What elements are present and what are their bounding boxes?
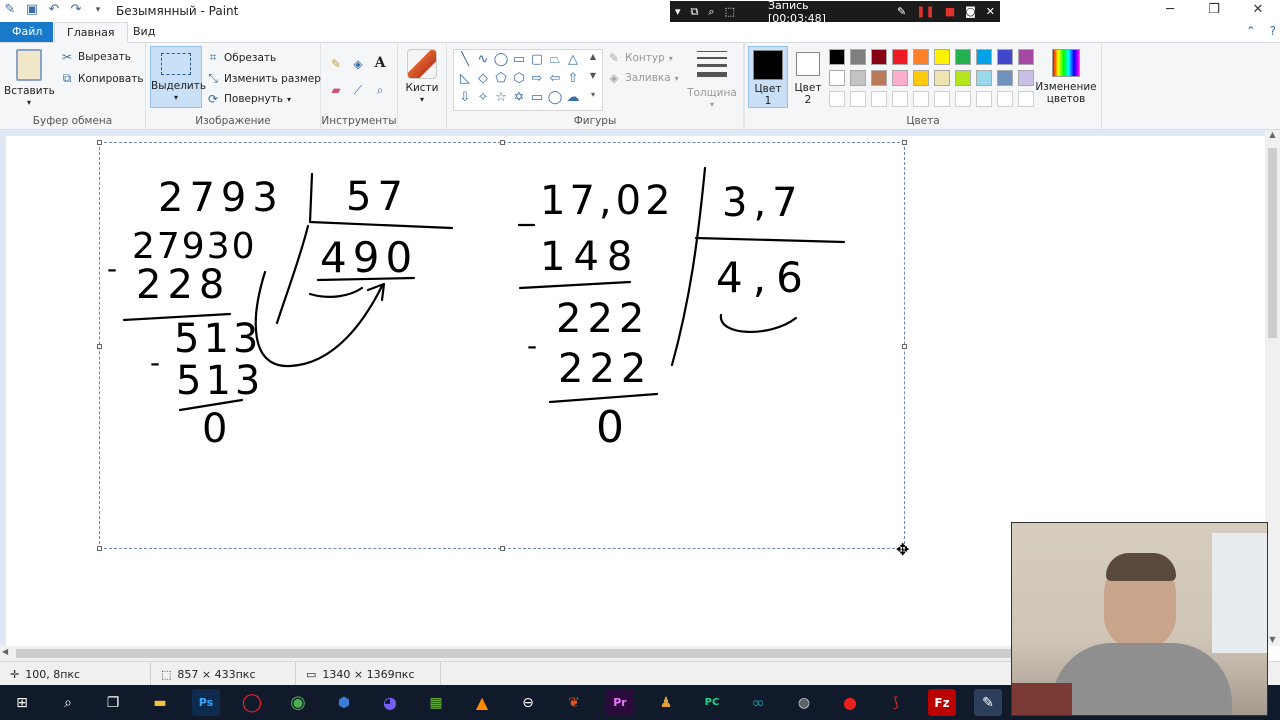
resize-handle-nw[interactable] [97,140,102,145]
app-icon-2[interactable]: ❦ [560,689,588,716]
resize-handle-s[interactable] [500,546,505,551]
canvas-size: ▭ 1340 × 1369пкс [296,662,441,686]
move-cursor-icon: ✥ [896,540,910,559]
filezilla-icon[interactable]: Fz [928,689,956,716]
resize-handle-w[interactable] [97,344,102,349]
windows-start-icon[interactable]: ⊞ [8,689,36,716]
chrome-icon[interactable]: ◉ [284,689,312,716]
webcam-overlay [1011,522,1268,716]
acrobat-icon[interactable]: ⟆ [882,689,910,716]
task-view-icon[interactable]: ❐ [99,689,127,716]
viber-icon[interactable]: ◕ [376,689,404,716]
selection-size-icon: ⬚ [161,667,172,681]
opera-icon[interactable]: ◯ [238,689,266,716]
search-icon[interactable]: ⌕ [54,689,82,716]
arduino-icon[interactable]: ∞ [744,689,772,716]
premiere-icon[interactable]: Pr [606,689,634,716]
resize-handle-n[interactable] [500,140,505,145]
cursor-position-icon: ✛ [10,667,20,681]
app-icon-3[interactable]: ♟ [652,689,680,716]
python-icon[interactable]: ⬢ [330,689,358,716]
resize-handle-sw[interactable] [97,546,102,551]
recorder-app-icon[interactable]: ● [836,689,864,716]
selection-rectangle[interactable] [97,140,907,551]
resize-handle-ne[interactable] [902,140,907,145]
horizontal-scroll-thumb[interactable] [16,649,1016,658]
file-explorer-icon[interactable]: ▬ [146,689,174,716]
scroll-up-icon[interactable]: ▲ [1265,130,1280,139]
person-hair [1106,553,1176,581]
canvas-size-icon: ▭ [306,667,317,681]
excel-like-icon[interactable]: ▦ [422,689,450,716]
person-sweater [1052,643,1232,715]
photoshop-icon[interactable]: Ps [192,689,220,716]
paint-taskbar-icon[interactable]: ✎ [974,689,1002,716]
cursor-position: ✛ 100, 8пкс [0,662,151,686]
selection-size: ⬚ 857 × 433пкс [151,662,296,686]
app-icon-1[interactable]: ⊖ [514,689,542,716]
vlc-icon[interactable]: ▲ [468,689,496,716]
pycharm-icon[interactable]: PC [698,689,726,716]
app-icon-4[interactable]: ◍ [790,689,818,716]
vertical-scroll-thumb[interactable] [1268,148,1277,338]
scroll-left-icon[interactable]: ◀ [2,647,8,656]
resize-handle-e[interactable] [902,344,907,349]
